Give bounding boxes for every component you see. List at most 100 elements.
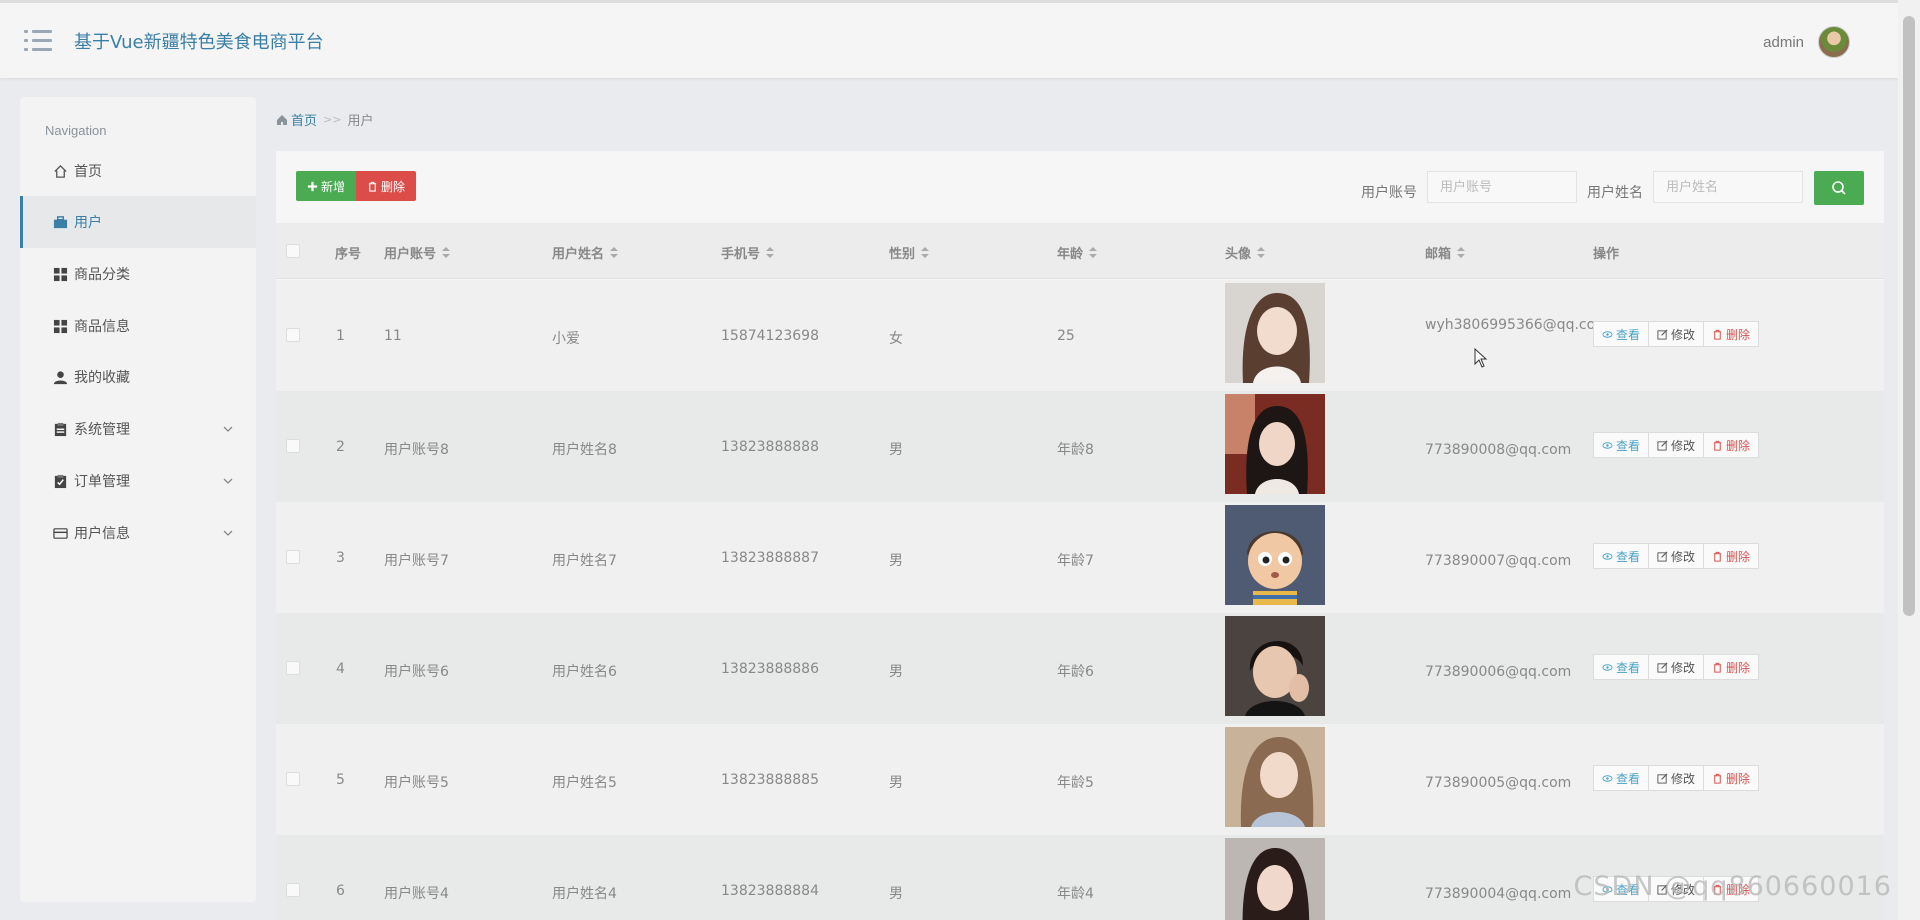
avatar-photo [1225,505,1325,605]
column-header-email[interactable]: 邮箱 [1425,243,1466,262]
account-search-label: 用户账号 [1361,185,1417,201]
sort-icon[interactable] [610,246,619,259]
row-checkbox[interactable] [286,439,300,453]
cell-index: 1 [336,328,345,344]
top-header: 基于Vue新疆特色美食电商平台 admin [0,0,1898,78]
page-scrollbar[interactable] [1898,0,1920,920]
edit-button[interactable]: 修改 [1648,765,1705,791]
home-icon [52,163,68,179]
sidebar-item-system[interactable]: 系统管理 [20,403,256,455]
home-icon [277,114,287,125]
user-avatar[interactable] [1818,26,1850,58]
column-header-name[interactable]: 用户姓名 [552,243,619,262]
sidebar-item-user-info[interactable]: 用户信息 [20,507,256,559]
column-header-age[interactable]: 年龄 [1057,243,1098,262]
eye-icon [1602,552,1613,560]
plus-icon [307,181,318,191]
edit-icon [1657,773,1668,784]
trash-icon [1713,773,1722,784]
cell-email: 773890008@qq.com [1425,442,1572,458]
row-checkbox[interactable] [286,328,300,342]
edit-icon [1657,662,1668,673]
name-search-label: 用户姓名 [1587,185,1643,201]
row-actions: 查看 修改 删除 [1593,543,1760,569]
sidebar-item-categories[interactable]: 商品分类 [20,248,256,300]
cell-gender: 男 [889,775,903,791]
edit-button[interactable]: 修改 [1648,654,1705,680]
cell-index: 6 [336,883,345,899]
column-header-account[interactable]: 用户账号 [384,243,451,262]
cell-email: 773890006@qq.com [1425,664,1572,680]
edit-icon [1657,440,1668,451]
scroll-thumb[interactable] [1903,16,1915,616]
add-button[interactable]: 新增 [296,171,356,201]
view-button[interactable]: 查看 [1593,765,1650,791]
cell-gender: 男 [889,664,903,680]
delete-button[interactable]: 删除 [356,171,416,201]
delete-row-button[interactable]: 删除 [1703,432,1760,458]
sidebar-item-favorites[interactable]: 我的收藏 [20,351,256,403]
delete-row-button[interactable]: 删除 [1703,654,1760,680]
sort-icon[interactable] [1089,246,1098,259]
breadcrumb-home[interactable]: 首页 [276,110,317,129]
sidebar-item-users[interactable]: 用户 [20,196,256,248]
sidebar-item-label: 系统管理 [74,422,130,438]
trash-icon [1713,329,1722,340]
breadcrumb: 首页 >> 用户 [276,110,373,129]
briefcase-icon [52,214,68,230]
edit-button[interactable]: 修改 [1648,432,1705,458]
sidebar-item-home[interactable]: 首页 [20,145,256,197]
edit-icon [1657,551,1668,562]
sort-icon[interactable] [1457,246,1466,259]
row-actions: 查看 修改 删除 [1593,321,1760,347]
sidebar-item-orders[interactable]: 订单管理 [20,455,256,507]
row-actions: 查看 修改 删除 [1593,432,1760,458]
cell-gender: 男 [889,886,903,902]
cell-age: 年龄6 [1057,664,1094,680]
cell-phone: 13823888885 [721,772,819,788]
avatar-photo [1225,394,1325,494]
cell-account: 用户账号5 [384,775,449,791]
sidebar-item-products[interactable]: 商品信息 [20,300,256,352]
cell-name: 用户姓名6 [552,664,617,680]
column-header-avatar[interactable]: 头像 [1225,243,1266,262]
cell-email: 773890007@qq.com [1425,553,1572,569]
select-all-checkbox[interactable] [286,244,300,258]
sort-icon[interactable] [1257,246,1266,259]
view-button[interactable]: 查看 [1593,321,1650,347]
cell-phone: 13823888884 [721,883,819,899]
sidebar-item-label: 商品分类 [74,267,130,283]
delete-row-button[interactable]: 删除 [1703,543,1760,569]
delete-row-button[interactable]: 删除 [1703,765,1760,791]
cell-name: 小爱 [552,331,580,347]
edit-button[interactable]: 修改 [1648,543,1705,569]
cell-index: 4 [336,661,345,677]
sort-icon[interactable] [766,246,775,259]
avatar-photo [1225,727,1325,827]
column-header-phone[interactable]: 手机号 [721,243,775,262]
view-button[interactable]: 查看 [1593,432,1650,458]
row-checkbox[interactable] [286,550,300,564]
cell-name: 用户姓名4 [552,886,617,902]
menu-toggle-icon[interactable] [24,29,52,52]
cell-phone: 13823888888 [721,439,819,455]
sidebar-item-label: 我的收藏 [74,370,130,386]
row-checkbox[interactable] [286,772,300,786]
account-search-input[interactable] [1427,171,1577,203]
view-button[interactable]: 查看 [1593,654,1650,680]
cell-gender: 女 [889,331,903,347]
chevron-down-icon [223,426,233,432]
name-search-input[interactable] [1653,171,1803,203]
sort-icon[interactable] [442,246,451,259]
column-header-gender[interactable]: 性别 [889,243,930,262]
username[interactable]: admin [1763,34,1804,51]
delete-row-button[interactable]: 删除 [1703,321,1760,347]
sort-icon[interactable] [921,246,930,259]
edit-button[interactable]: 修改 [1648,321,1705,347]
cell-account: 用户账号6 [384,664,449,680]
row-checkbox[interactable] [286,661,300,675]
view-button[interactable]: 查看 [1593,543,1650,569]
row-checkbox[interactable] [286,883,300,897]
search-button[interactable] [1814,171,1864,205]
cell-phone: 13823888886 [721,661,819,677]
